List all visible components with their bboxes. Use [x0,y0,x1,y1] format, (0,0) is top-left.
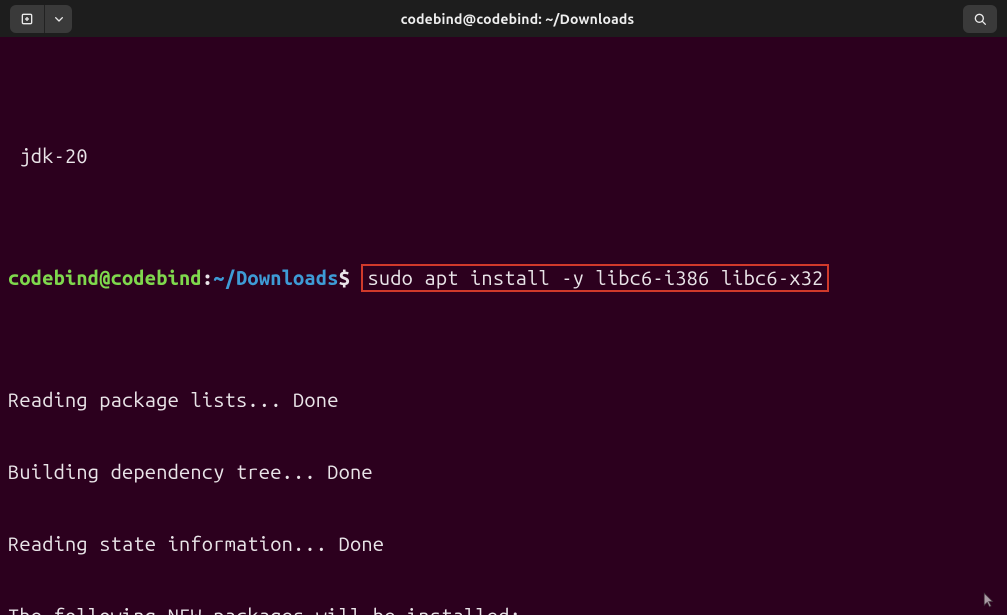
new-tab-button[interactable] [10,5,44,33]
highlighted-command: sudo apt install -y libc6-i386 libc6-x32 [361,264,829,292]
tab-dropdown-button[interactable] [44,5,72,33]
prompt-line: codebind@codebind:~/Downloads$ sudo apt … [8,264,999,292]
prompt-user: codebind [8,266,99,289]
prompt-colon: : [202,266,213,289]
terminal-area[interactable]: jdk-20 codebind@codebind:~/Downloads$ su… [0,38,1007,615]
search-icon [972,11,988,27]
prompt-at: @ [99,266,110,289]
titlebar: codebind@codebind: ~/Downloads [0,0,1007,38]
search-button[interactable] [963,5,997,33]
terminal-line: The following NEW packages will be insta… [8,604,999,615]
terminal-line: Reading state information... Done [8,532,999,556]
chevron-down-icon [51,11,67,27]
prompt-cwd: ~/Downloads [213,266,338,289]
titlebar-left-controls [10,5,72,33]
window-title: codebind@codebind: ~/Downloads [401,7,635,31]
terminal-line: jdk-20 [8,144,999,168]
prompt-host: codebind [111,266,202,289]
prompt-marker: $ [339,266,350,289]
terminal-line: Building dependency tree... Done [8,460,999,484]
mouse-pointer-icon [979,591,997,609]
new-tab-icon [19,11,35,27]
terminal-line: Reading package lists... Done [8,388,999,412]
titlebar-right-controls [963,5,997,33]
